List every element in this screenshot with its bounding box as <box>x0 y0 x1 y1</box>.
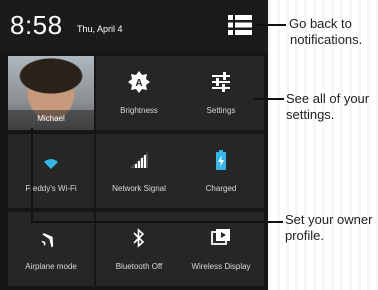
callout-settings-line1: See all of your <box>286 91 370 106</box>
signal-icon <box>96 146 182 174</box>
callout-line-owner-v <box>31 128 33 222</box>
callout-owner-line1: Set your owner <box>285 212 373 227</box>
callout-notifications: Go back to notifications. <box>289 16 362 48</box>
wireless-display-label: Wireless Display <box>191 262 251 271</box>
owner-profile-tile[interactable]: Michael <box>8 56 94 130</box>
quick-settings-panel: 8:58 Thu, April 4 Michael A Brightness S… <box>0 0 268 290</box>
bluetooth-label: Bluetooth Off <box>115 262 163 271</box>
callout-owner-line2: profile. <box>285 228 325 243</box>
clock-time: 8:58 <box>10 10 63 40</box>
brightness-auto-icon: A <box>96 68 182 96</box>
owner-name-label: Michael <box>37 114 65 123</box>
bluetooth-tile[interactable]: Bluetooth Off <box>96 212 182 286</box>
notifications-list-icon[interactable] <box>226 12 254 38</box>
battery-label: Charged <box>205 184 237 193</box>
airplane-mode-label: Airplane mode <box>25 262 77 271</box>
wireless-display-tile[interactable]: Wireless Display <box>178 212 264 286</box>
callout-line-owner-h <box>31 221 283 223</box>
clock-date: Thu, April 4 <box>77 24 123 34</box>
callout-owner: Set your owner profile. <box>285 212 372 244</box>
airplane-mode-tile[interactable]: Airplane mode <box>8 212 94 286</box>
callout-line-notifications <box>256 24 286 26</box>
svg-text:A: A <box>135 78 142 89</box>
wifi-icon <box>8 150 94 178</box>
airplane-icon <box>8 224 94 252</box>
cast-icon <box>178 224 264 252</box>
network-signal-tile[interactable]: Network Signal <box>96 134 182 208</box>
callout-notifications-line2: notifications. <box>290 32 363 47</box>
callout-notifications-line1: Go back to <box>289 16 352 31</box>
brightness-tile[interactable]: A Brightness <box>96 56 182 130</box>
status-bar: 8:58 Thu, April 4 <box>0 0 268 52</box>
brightness-label: Brightness <box>120 106 158 115</box>
wifi-label: Freddy's Wi-Fi <box>25 184 77 193</box>
settings-label: Settings <box>206 106 236 115</box>
battery-icon <box>178 146 264 174</box>
settings-tile[interactable]: Settings <box>178 56 264 130</box>
settings-sliders-icon <box>178 68 264 96</box>
callout-settings-line2: settings. <box>286 107 335 122</box>
wifi-tile[interactable]: Freddy's Wi-Fi <box>8 134 94 208</box>
bluetooth-icon <box>96 224 182 252</box>
callout-line-settings <box>254 98 284 100</box>
battery-tile[interactable]: Charged <box>178 134 264 208</box>
callout-settings: See all of your settings. <box>286 91 369 123</box>
network-signal-label: Network Signal <box>112 184 166 193</box>
